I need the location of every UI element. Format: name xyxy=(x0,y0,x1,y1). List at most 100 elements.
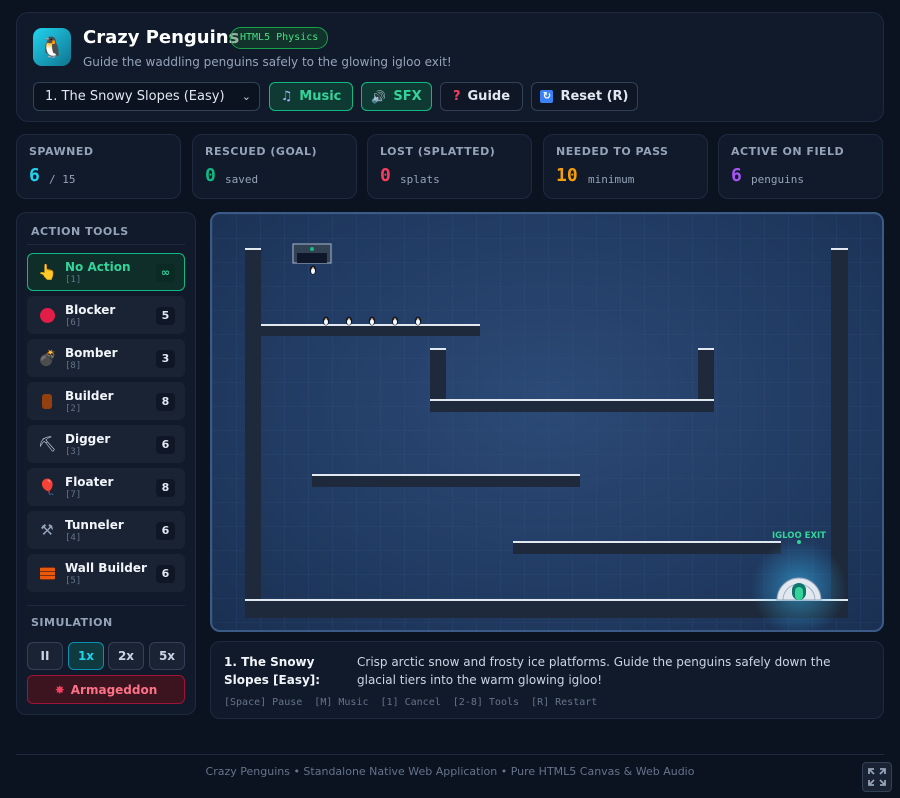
stat-unit: penguins xyxy=(751,173,804,186)
tool-key: [8] xyxy=(65,361,82,371)
penguin xyxy=(391,316,399,326)
tool-count: 3 xyxy=(156,350,175,368)
stat-active: ACTIVE ON FIELD 6 penguins xyxy=(718,134,883,199)
stat-value: 0 xyxy=(205,165,216,186)
penguin-logo-icon: 🐧 xyxy=(33,28,71,66)
music-button[interactable]: ♫ Music xyxy=(269,82,353,111)
reset-button-label: Reset (R) xyxy=(560,89,629,104)
tool-name: Blocker xyxy=(65,303,116,317)
stat-lost: LOST (SPLATTED) 0 splats xyxy=(367,134,532,199)
tool-name: Digger xyxy=(65,432,111,446)
brick-icon xyxy=(38,564,56,582)
left-wall-snow xyxy=(245,248,261,250)
stat-value: 6 xyxy=(29,165,40,186)
tool-name: Builder xyxy=(65,389,114,403)
speed-5x-button[interactable]: 5x xyxy=(149,642,185,670)
speed-2x-button[interactable]: 2x xyxy=(108,642,144,670)
igloo-exit-label: IGLOO EXIT xyxy=(772,531,826,541)
penguin xyxy=(368,316,376,326)
tool-key: [7] xyxy=(65,490,82,500)
tools-panel: ACTION TOOLS 👆 No Action [1] ∞ Blocker [… xyxy=(16,212,196,715)
level-select[interactable]: 1. The Snowy Slopes (Easy) ⌄ xyxy=(33,82,260,111)
guide-button[interactable]: ? Guide xyxy=(440,82,523,111)
stat-unit: minimum xyxy=(588,173,635,186)
tool-key: [2] xyxy=(65,404,82,414)
tool-key: [4] xyxy=(65,533,82,543)
keyboard-shortcuts: [Space] Pause [M] Music [1] Cancel [2-8]… xyxy=(224,697,598,708)
armageddon-button[interactable]: ✸ Armageddon xyxy=(27,675,185,704)
simulation-section-label: SIMULATION xyxy=(31,616,113,629)
footer-text: Crazy Penguins • Standalone Native Web A… xyxy=(205,765,695,778)
penguin xyxy=(345,316,353,326)
speaker-icon: 🔊 xyxy=(371,89,387,104)
tool-name: Floater xyxy=(65,475,114,489)
explosion-icon: ✸ xyxy=(54,682,65,697)
tool-wall-builder[interactable]: Wall Builder [5] 6 xyxy=(27,554,185,592)
tool-tunneler[interactable]: ⚒ Tunneler [4] 6 xyxy=(27,511,185,549)
tool-blocker[interactable]: Blocker [6] 5 xyxy=(27,296,185,334)
drill-icon: ⚒ xyxy=(40,521,54,539)
tool-name: Tunneler xyxy=(65,518,124,532)
tool-bomber[interactable]: 💣 Bomber [8] 3 xyxy=(27,339,185,377)
stop-circle-icon xyxy=(38,306,56,324)
stat-value: 10 xyxy=(556,165,578,186)
stat-value: 6 xyxy=(731,165,742,186)
level-select-value: 1. The Snowy Slopes (Easy) xyxy=(45,89,225,104)
game-scene: IGLOO EXIT xyxy=(212,214,882,630)
tool-builder[interactable]: Builder [2] 8 xyxy=(27,382,185,420)
question-mark-icon: ? xyxy=(452,89,461,104)
fullscreen-button[interactable] xyxy=(862,762,892,792)
sfx-button-label: SFX xyxy=(393,89,422,104)
divider xyxy=(27,244,185,245)
app-title: Crazy Penguins xyxy=(83,27,240,48)
penguin xyxy=(309,265,317,275)
game-canvas[interactable]: IGLOO EXIT xyxy=(210,212,884,632)
music-button-label: Music xyxy=(299,89,342,104)
armageddon-label: Armageddon xyxy=(70,682,158,697)
tool-no-action[interactable]: 👆 No Action [1] ∞ xyxy=(27,253,185,291)
tool-count: 6 xyxy=(156,565,175,583)
right-wall-snow xyxy=(831,248,848,250)
stat-label: LOST (SPLATTED) xyxy=(380,145,496,158)
header-panel: 🐧 Crazy Penguins HTML5 Physics Guide the… xyxy=(16,12,884,122)
music-note-icon: ♫ xyxy=(280,89,293,104)
stat-rescued: RESCUED (GOAL) 0 saved xyxy=(192,134,357,199)
app-subtitle: Guide the waddling penguins safely to th… xyxy=(83,55,452,69)
tool-key: [3] xyxy=(65,447,82,457)
tool-key: [5] xyxy=(65,576,82,586)
pointer-hand-icon: 👆 xyxy=(38,263,57,281)
pickaxe-icon: ⛏ xyxy=(38,435,58,453)
logo-glyph: 🐧 xyxy=(39,35,65,59)
balloon-icon: 🎈 xyxy=(38,478,57,496)
spawn-hatch xyxy=(292,243,332,264)
tool-name: No Action xyxy=(65,260,131,274)
stat-spawned: SPAWNED 6 / 15 xyxy=(16,134,181,199)
tool-floater[interactable]: 🎈 Floater [7] 8 xyxy=(27,468,185,506)
physics-badge: HTML5 Physics xyxy=(230,27,329,49)
tool-count: ∞ xyxy=(156,264,175,282)
expand-icon xyxy=(868,768,886,786)
tool-key: [6] xyxy=(65,318,82,328)
pause-button[interactable]: II xyxy=(27,642,63,670)
tool-count: 8 xyxy=(156,479,175,497)
tool-count: 5 xyxy=(156,307,175,325)
reset-button[interactable]: ↻ Reset (R) xyxy=(531,82,638,111)
tool-count: 6 xyxy=(156,436,175,454)
chevron-down-icon: ⌄ xyxy=(241,90,251,103)
sfx-button[interactable]: 🔊 SFX xyxy=(361,82,432,111)
penguin xyxy=(322,316,330,326)
tool-name: Bomber xyxy=(65,346,118,360)
tool-digger[interactable]: ⛏ Digger [3] 6 xyxy=(27,425,185,463)
footer-divider xyxy=(16,754,884,755)
level-description: Crisp arctic snow and frosty ice platfor… xyxy=(357,655,831,687)
level-name: 1. The Snowy Slopes [Easy]: xyxy=(224,655,321,687)
wood-log-icon xyxy=(38,392,56,410)
left-wall xyxy=(245,248,261,618)
stat-label: RESCUED (GOAL) xyxy=(205,145,318,158)
speed-1x-button[interactable]: 1x xyxy=(68,642,104,670)
bomb-icon: 💣 xyxy=(38,349,57,367)
stat-value: 0 xyxy=(380,165,391,186)
stat-unit: / 15 xyxy=(49,173,76,186)
stat-label: ACTIVE ON FIELD xyxy=(731,145,845,158)
tool-key: [1] xyxy=(65,275,82,285)
